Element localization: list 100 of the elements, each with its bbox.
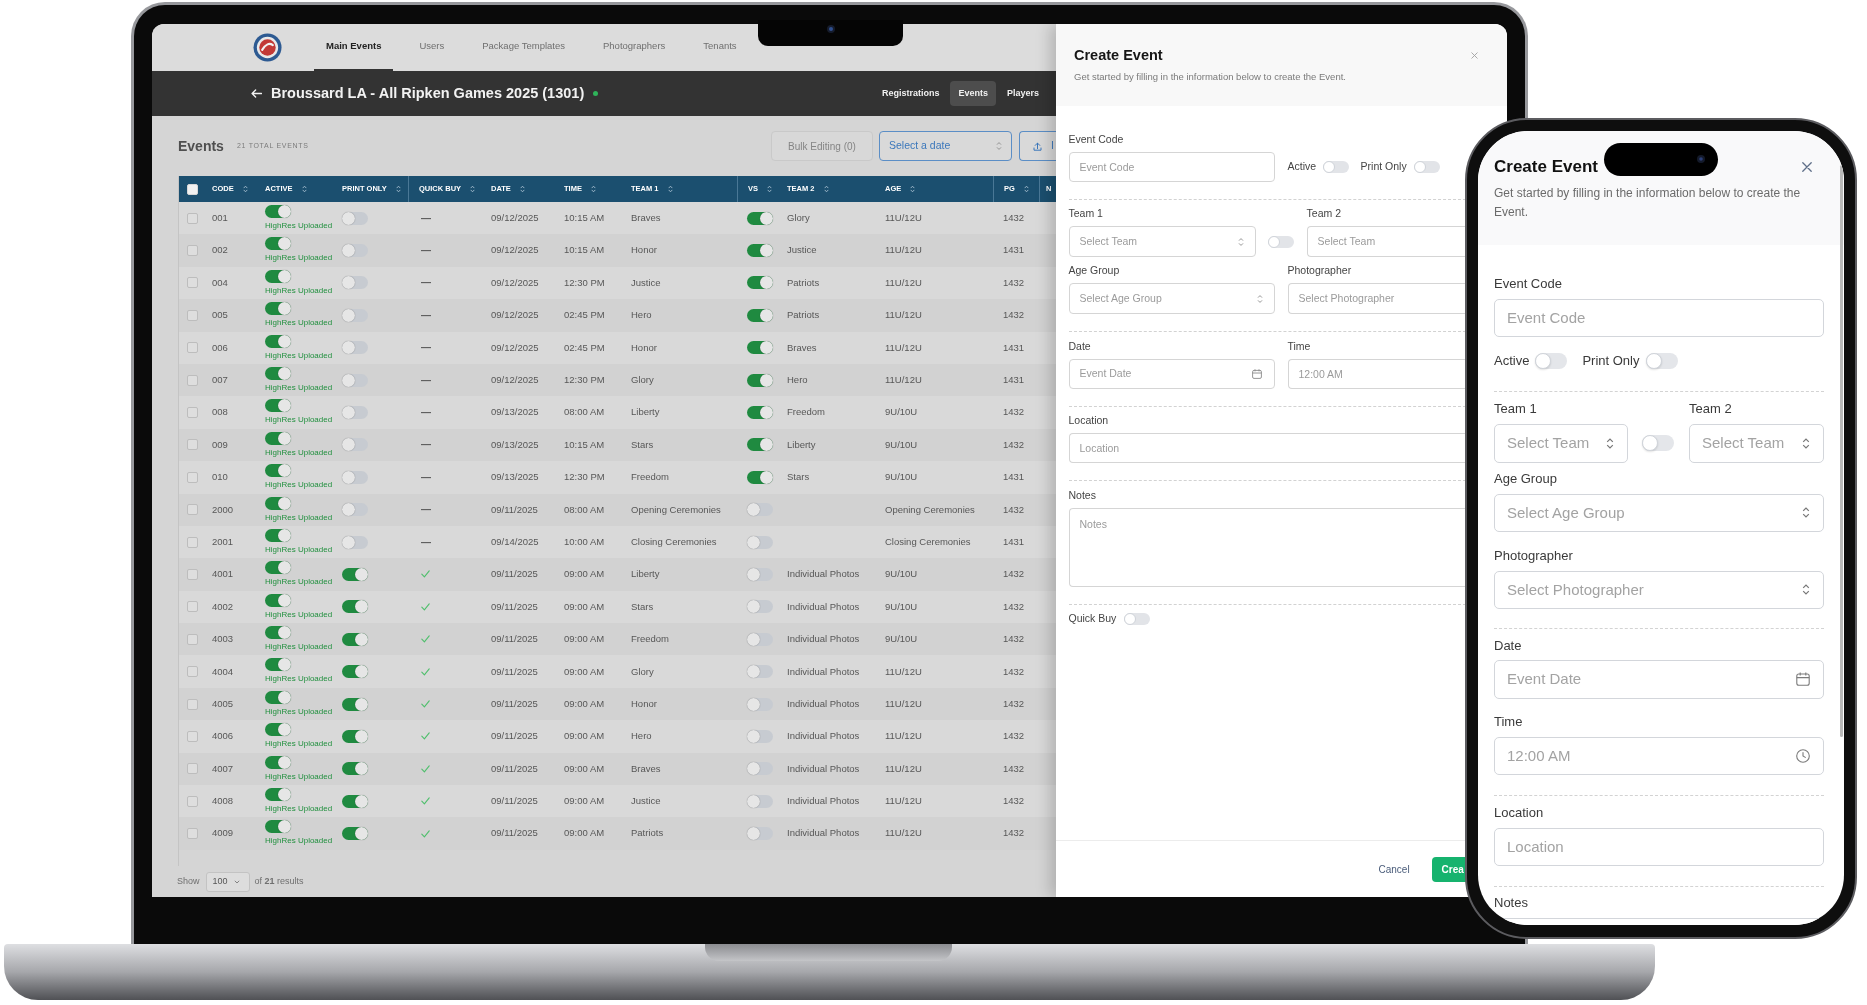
toggle-switch[interactable] bbox=[747, 341, 773, 355]
row-checkbox[interactable] bbox=[187, 633, 198, 645]
toggle-switch[interactable] bbox=[265, 626, 291, 640]
age-group-select[interactable]: Select Age Group bbox=[1068, 283, 1275, 314]
toggle-switch[interactable] bbox=[265, 496, 291, 510]
toggle-switch[interactable] bbox=[265, 269, 291, 283]
row-checkbox[interactable] bbox=[187, 504, 198, 516]
toggle-switch[interactable] bbox=[747, 665, 773, 679]
toggle-switch[interactable] bbox=[342, 535, 368, 549]
round-logo-icon[interactable] bbox=[253, 33, 282, 62]
row-checkbox[interactable] bbox=[187, 471, 198, 483]
toggle-switch[interactable] bbox=[342, 794, 368, 808]
toggle-switch[interactable] bbox=[747, 600, 773, 614]
toggle-switch[interactable] bbox=[265, 528, 291, 542]
toggle-switch[interactable] bbox=[342, 697, 368, 711]
toggle-switch[interactable] bbox=[747, 535, 773, 549]
age-group-select[interactable]: Select Age Group bbox=[1494, 493, 1824, 532]
toggle-switch[interactable] bbox=[265, 334, 291, 348]
toggle-switch[interactable] bbox=[342, 729, 368, 743]
toggle-switch[interactable] bbox=[747, 244, 773, 258]
team-select[interactable]: Select Team bbox=[1306, 226, 1466, 257]
row-checkbox[interactable] bbox=[187, 277, 198, 289]
toggle-switch[interactable] bbox=[342, 665, 368, 679]
toggle-switch[interactable] bbox=[265, 723, 291, 737]
close-icon[interactable] bbox=[1802, 162, 1812, 172]
sort-icon[interactable] bbox=[242, 185, 248, 193]
date-field[interactable]: Event Date bbox=[1068, 358, 1275, 389]
sort-icon[interactable] bbox=[667, 185, 673, 193]
sort-icon[interactable] bbox=[519, 185, 525, 193]
toggle-switch[interactable] bbox=[342, 438, 368, 452]
toggle-switch[interactable] bbox=[265, 205, 291, 218]
toggle-switch[interactable] bbox=[265, 593, 291, 607]
section-tab[interactable]: Events bbox=[950, 81, 996, 106]
team-select[interactable]: Select Team bbox=[1689, 423, 1824, 463]
time-input[interactable]: 12:00 AM bbox=[1287, 358, 1466, 389]
toggle-switch[interactable] bbox=[265, 658, 291, 672]
nav-tab[interactable]: Photographers bbox=[591, 24, 678, 71]
upload-button[interactable]: I bbox=[1019, 131, 1056, 161]
row-checkbox[interactable] bbox=[187, 245, 198, 257]
toggle-switch[interactable] bbox=[747, 632, 773, 646]
toggle-switch[interactable] bbox=[747, 568, 773, 581]
toggle-switch[interactable] bbox=[1123, 612, 1150, 625]
event-code-input[interactable]: Event Code bbox=[1068, 151, 1275, 182]
row-checkbox[interactable] bbox=[187, 309, 198, 321]
toggle-switch[interactable] bbox=[747, 276, 773, 290]
toggle-switch[interactable] bbox=[342, 568, 368, 581]
toggle-switch[interactable] bbox=[265, 431, 291, 445]
nav-tab[interactable]: Package Templates bbox=[470, 24, 577, 71]
toggle-switch[interactable] bbox=[342, 600, 368, 614]
sort-icon[interactable] bbox=[910, 185, 916, 193]
toggle-switch[interactable] bbox=[1267, 235, 1294, 248]
row-checkbox[interactable] bbox=[187, 407, 198, 419]
toggle-switch[interactable] bbox=[265, 788, 291, 802]
sort-icon[interactable] bbox=[823, 185, 829, 193]
toggle-switch[interactable] bbox=[265, 464, 291, 478]
row-checkbox[interactable] bbox=[187, 601, 198, 613]
toggle-switch[interactable] bbox=[342, 632, 368, 646]
cancel-button[interactable]: Cancel bbox=[1378, 861, 1410, 877]
page-size-select[interactable]: 100 bbox=[205, 871, 250, 892]
toggle-switch[interactable] bbox=[747, 697, 773, 711]
toggle-switch[interactable] bbox=[747, 794, 773, 808]
bulk-editing-button[interactable]: Bulk Editing (0) bbox=[771, 131, 873, 161]
sort-icon[interactable] bbox=[767, 185, 772, 193]
calendar-icon[interactable] bbox=[1251, 368, 1262, 379]
row-checkbox[interactable] bbox=[187, 212, 198, 224]
toggle-switch[interactable] bbox=[265, 237, 291, 251]
create-button[interactable]: Crea bbox=[1431, 856, 1466, 882]
photographer-select[interactable]: Select Photographer bbox=[1287, 283, 1466, 314]
toggle-switch[interactable] bbox=[342, 470, 368, 484]
toggle-switch[interactable] bbox=[1534, 353, 1567, 369]
location-input[interactable]: Location bbox=[1494, 827, 1824, 866]
toggle-switch[interactable] bbox=[1413, 160, 1440, 173]
date-field[interactable]: Event Date bbox=[1494, 660, 1824, 699]
toggle-switch[interactable] bbox=[747, 470, 773, 484]
team-select[interactable]: Select Team bbox=[1494, 423, 1628, 463]
time-field[interactable]: 12:00 AM bbox=[1494, 736, 1824, 775]
toggle-switch[interactable] bbox=[747, 373, 773, 387]
sort-icon[interactable] bbox=[395, 185, 401, 193]
notes-field[interactable]: Notes bbox=[1068, 507, 1466, 587]
toggle-switch[interactable] bbox=[342, 827, 368, 841]
toggle-switch[interactable] bbox=[747, 308, 773, 322]
row-checkbox[interactable] bbox=[187, 666, 198, 678]
row-checkbox[interactable] bbox=[187, 795, 198, 807]
nav-tab[interactable]: Tenants bbox=[691, 24, 749, 71]
toggle-switch[interactable] bbox=[342, 211, 368, 225]
toggle-switch[interactable] bbox=[1322, 160, 1349, 173]
toggle-switch[interactable] bbox=[747, 438, 773, 452]
row-checkbox[interactable] bbox=[187, 569, 198, 580]
toggle-switch[interactable] bbox=[342, 503, 368, 517]
toggle-switch[interactable] bbox=[747, 503, 773, 517]
event-code-input[interactable]: Event Code bbox=[1494, 298, 1824, 337]
row-checkbox[interactable] bbox=[187, 342, 198, 354]
sort-icon[interactable] bbox=[470, 185, 476, 193]
row-checkbox[interactable] bbox=[187, 439, 198, 451]
toggle-switch[interactable] bbox=[342, 762, 368, 776]
scrollbar-thumb[interactable] bbox=[1840, 165, 1843, 737]
toggle-switch[interactable] bbox=[747, 729, 773, 743]
toggle-switch[interactable] bbox=[265, 561, 291, 575]
toggle-switch[interactable] bbox=[265, 399, 291, 413]
toggle-switch[interactable] bbox=[1642, 435, 1674, 451]
